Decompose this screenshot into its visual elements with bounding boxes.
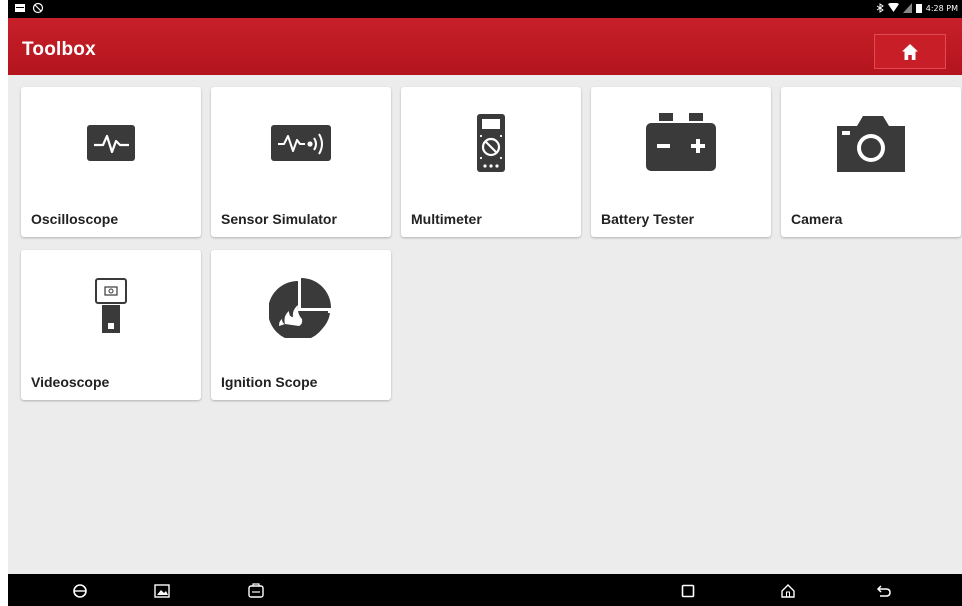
vci-icon — [248, 583, 264, 598]
home-icon — [902, 43, 918, 60]
gallery-icon — [154, 584, 170, 598]
sensor-simulator-icon — [271, 125, 331, 161]
ignition-scope-icon — [269, 278, 331, 338]
sync-icon — [32, 2, 44, 14]
bluetooth-icon — [876, 3, 884, 13]
tool-ignition-scope[interactable]: Ignition Scope — [211, 250, 391, 400]
tool-sensor-simulator[interactable]: Sensor Simulator — [211, 87, 391, 237]
battery-status-icon — [915, 4, 922, 13]
signal-icon — [902, 3, 912, 13]
wifi-icon — [887, 3, 899, 12]
videoscope-icon — [95, 278, 127, 333]
tool-label: Oscilloscope — [31, 211, 119, 227]
tool-oscilloscope[interactable]: Oscilloscope — [21, 87, 201, 237]
notification-icon — [15, 4, 25, 12]
home-button[interactable] — [874, 34, 946, 69]
tool-label: Sensor Simulator — [221, 211, 337, 227]
tool-camera[interactable]: Camera — [781, 87, 961, 237]
status-left — [14, 2, 44, 14]
vci-button[interactable] — [246, 581, 266, 601]
browser-icon — [73, 584, 87, 598]
tool-videoscope[interactable]: Videoscope — [21, 250, 201, 400]
tool-label: Battery Tester — [601, 211, 695, 227]
home-outline-icon — [781, 584, 795, 598]
status-time: 4:28 PM — [925, 3, 958, 13]
browser-button[interactable] — [70, 581, 90, 601]
tool-battery-tester[interactable]: Battery Tester — [591, 87, 771, 237]
camera-icon — [837, 116, 905, 172]
status-right: 4:28 PM — [876, 3, 958, 13]
tool-label: Multimeter — [411, 211, 482, 227]
tool-multimeter[interactable]: Multimeter — [401, 87, 581, 237]
tool-label: Ignition Scope — [221, 374, 318, 390]
page-title: Toolbox — [22, 39, 96, 60]
tool-label: Camera — [791, 211, 843, 227]
nav-home-button[interactable] — [778, 581, 798, 601]
battery-icon — [646, 113, 716, 171]
tool-label: Videoscope — [31, 374, 110, 390]
multimeter-icon — [477, 114, 505, 172]
oscilloscope-icon — [87, 125, 135, 161]
back-icon — [876, 585, 891, 597]
app-header: Toolbox — [8, 18, 962, 75]
app-window: 4:28 PM Toolbox Oscilloscope Sensor Simu… — [8, 0, 962, 606]
square-icon — [681, 584, 695, 598]
navigation-bar — [8, 574, 962, 606]
status-bar: 4:28 PM — [8, 0, 962, 18]
recent-apps-button[interactable] — [678, 581, 698, 601]
back-button[interactable] — [874, 581, 894, 601]
gallery-button[interactable] — [152, 581, 172, 601]
